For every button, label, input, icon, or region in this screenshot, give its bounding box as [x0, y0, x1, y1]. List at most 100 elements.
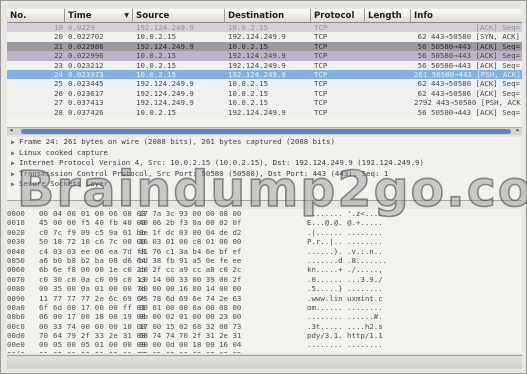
col-header-protocol[interactable]: Protocol [311, 9, 365, 23]
detail-tree-item[interactable]: ▶ Internet Protocol Version 4, Src: 10.0.… [7, 158, 522, 169]
hex-offset: 0000 [7, 209, 25, 218]
hex-bytes-right: c0 14 00 33 00 39 00 2f [139, 274, 242, 284]
packet-length [365, 70, 411, 79]
packet-time: 0.023373 [68, 69, 104, 79]
col-header-time[interactable]: Time ▼ [65, 9, 133, 23]
hex-row[interactable]: 00e0 00 05 00 05 01 00 00 00 00 00 0d 00 1… [7, 340, 522, 349]
hex-row[interactable]: 00b0 06 00 17 00 18 00 19 00 0b 00 02 01 0… [7, 312, 522, 321]
packet-protocol: TCP [314, 32, 328, 42]
expand-arrow-icon[interactable]: ▶ [7, 169, 19, 180]
hex-row[interactable]: 00c0 00 33 74 00 00 00 10 00 17 00 15 02 6… [7, 322, 522, 331]
hex-ascii: ......}. .v.:.n.. [307, 246, 383, 256]
hex-bytes-right: 0e 1f dc 03 00 04 de d2 [139, 227, 242, 237]
hex-row[interactable]: 0030 50 18 72 10 c6 7c 00 00 16 03 01 00 c… [7, 237, 522, 246]
packet-rows: 19 0.0229 192.124.249.9 10.0.2.15 TCP [ACK] S… [7, 23, 522, 117]
hex-ascii: kn.....+ ./....., [307, 265, 383, 275]
hex-bytes-left: a6 b0 b8 b2 ba 08 d6 64 [39, 255, 146, 265]
packet-list-pane: No. Time ▼ Source Destination Protocol Le… [7, 9, 522, 127]
hex-row[interactable]: 00f001 05 01 06 01 02 01 0403 05 03 06 0… [7, 350, 522, 353]
packet-row[interactable]: 20 0.022702 10.0.2.15 192.124.249.9 TCP 62 44… [7, 32, 522, 42]
packet-destination: 192.124.249.9 [228, 32, 286, 42]
packet-source: 10.0.2.15 [136, 51, 177, 61]
hex-ascii: .www.lin uxmint.c [307, 293, 383, 303]
hex-bytes-left: 00 33 74 00 00 00 10 00 [39, 321, 146, 331]
packet-no: 24 [54, 69, 63, 79]
packet-row[interactable]: 19 0.0229 192.124.249.9 10.0.2.15 TCP [ACK] S… [7, 23, 522, 33]
packet-source: 10.0.2.15 [136, 69, 177, 79]
col-header-no[interactable]: No. [7, 9, 65, 23]
packet-info: 56 50586→443 [ACK] Seq= [417, 60, 520, 70]
detail-text: Transmission Control Protocol, Src Port:… [19, 168, 389, 178]
packet-no: 26 [54, 88, 63, 98]
hex-offset: 0050 [7, 255, 25, 265]
hex-bytes-right: 68 74 74 70 2f 31 2e 31 [139, 331, 242, 341]
hex-ascii: .3t..... ....h2.s [307, 321, 383, 331]
packet-length [365, 98, 411, 107]
packet-protocol: TCP [314, 51, 328, 61]
scroll-left-icon[interactable]: ◂ [9, 126, 13, 134]
detail-tree-item[interactable]: ▶ Frame 24: 261 bytes on wire (2088 bits)… [7, 137, 522, 148]
packet-length [365, 108, 411, 117]
hex-ascii: ........ ........ [307, 340, 383, 350]
hex-ascii: ........ ......#. [307, 312, 383, 322]
hex-ascii: ........ '.z<..... [307, 209, 388, 218]
expand-arrow-icon[interactable]: ▶ [7, 148, 19, 159]
hex-offset: 0080 [7, 284, 25, 294]
hex-row[interactable]: 0080 00 35 00 0a 01 00 00 7d 00 00 00 16 0… [7, 284, 522, 293]
packet-info: 56 50580→443 [ACK] Seq= [417, 107, 520, 117]
detail-tree-item[interactable]: ▶ Transmission Control Protocol, Src Port… [7, 169, 522, 180]
packet-row[interactable]: 26 0.023617 192.124.249.9 10.0.2.15 TCP 62 44… [7, 88, 522, 99]
hex-bytes-left: 70 64 79 2f 33 2e 31 08 [39, 331, 146, 341]
hex-offset: 00c0 [7, 321, 25, 331]
packet-row[interactable]: 24 0.023373 10.0.2.15 192.124.249.9 TCP 261 5… [7, 69, 522, 80]
packet-source: 192.124.249.9 [136, 98, 194, 108]
col-header-length[interactable]: Length [365, 9, 411, 23]
packet-destination: 10.0.2.15 [228, 79, 269, 89]
detail-text: Linux cooked capture [19, 147, 108, 157]
packet-source: 192.124.249.9 [136, 88, 194, 98]
hex-row[interactable]: 0000 00 04 00 01 00 06 08 00 27 7a 3c 93 0… [7, 209, 522, 218]
packet-info: 62 443→50580 [SYN, ACK] [417, 32, 520, 42]
packet-info: 2792 443→50580 [PSH, ACK] [414, 98, 522, 108]
packet-list-header: No. Time ▼ Source Destination Protocol Le… [7, 9, 522, 23]
hex-ascii: pdy/3.1. http/1.1 [307, 331, 383, 341]
wireshark-window: No. Time ▼ Source Destination Protocol Le… [0, 0, 527, 374]
expand-arrow-icon[interactable]: ▶ [7, 179, 19, 190]
hex-row[interactable]: 0050 a6 b0 b8 b2 ba 08 d6 64 bd 38 fb 91 a… [7, 256, 522, 265]
col-header-info[interactable]: Info [411, 9, 522, 23]
hex-ascii: P.r..|.. ........ [307, 237, 383, 247]
packet-row[interactable]: 25 0.023445 192.124.249.9 10.0.2.15 TCP 62 44… [7, 79, 522, 89]
hex-bytes-left: c0 30 c0 0a c0 09 c0 13 [39, 274, 146, 284]
horizontal-scrollbar[interactable]: ◂ ▸ [7, 126, 522, 135]
packet-source: 192.124.249.9 [136, 41, 194, 51]
packet-row[interactable]: 27 0.037413 192.124.249.9 10.0.2.15 TCP 2792 … [7, 98, 522, 108]
col-header-destination[interactable]: Destination [225, 9, 311, 23]
packet-length [365, 42, 411, 51]
hex-row[interactable]: 0070 c0 30 c0 0a c0 09 c0 13 c0 14 00 33 0… [7, 275, 522, 284]
packet-destination: 192.124.249.9 [228, 51, 286, 61]
hex-bytes-left: 01 05 01 06 01 02 01 04 [39, 350, 146, 353]
detail-tree-item[interactable]: ▶ Linux cooked capture [7, 148, 522, 159]
hex-row[interactable]: 0010 45 00 00 f5 40 fb 40 00 40 06 2b f3 0… [7, 218, 522, 227]
hex-row[interactable]: 00d0 70 64 79 2f 33 2e 31 08 68 74 74 70 2… [7, 331, 522, 340]
scrollbar-thumb[interactable] [21, 129, 511, 134]
col-header-source[interactable]: Source [133, 9, 225, 23]
hex-row[interactable]: 0020 c0 7c f9 09 c5 9a 01 bb 0e 1f dc 03 0… [7, 228, 522, 237]
hex-row[interactable]: 00a0 6f 6d 00 17 00 00 ff 01 00 01 00 00 0… [7, 303, 522, 312]
packet-length [365, 89, 411, 98]
packet-protocol: TCP [314, 60, 328, 70]
detail-tree-item[interactable]: ▶ Secure Sockets Layer [7, 179, 522, 190]
hex-row[interactable]: 0040 c4 03 03 ee 06 ea 7d f8 d1 76 c1 3a b… [7, 247, 522, 256]
packet-row[interactable]: 23 0.023212 10.0.2.15 192.124.249.9 TCP 56 50… [7, 60, 522, 70]
packet-row[interactable]: 22 0.022996 10.0.2.15 192.124.249.9 TCP 56 50… [7, 51, 522, 61]
packet-no: 19 [54, 23, 63, 32]
expand-arrow-icon[interactable]: ▶ [7, 137, 19, 148]
packet-row[interactable]: 21 0.022986 192.124.249.9 10.0.2.15 TCP 56 50… [7, 41, 522, 52]
hex-bytes-left: c0 7c f9 09 c5 9a 01 bb [39, 227, 146, 237]
packet-row[interactable]: 28 0.037426 10.0.2.15 192.124.249.9 TCP 56 50… [7, 107, 522, 117]
packet-info: [ACK] Seq= [475, 23, 521, 32]
hex-row[interactable]: 0060 6b 6e f8 00 00 1e c0 2b c0 2f cc a9 c… [7, 265, 522, 274]
hex-row[interactable]: 0090 11 77 77 77 2e 6c 69 6e 75 78 6d 69 6… [7, 294, 522, 303]
expand-arrow-icon[interactable]: ▶ [7, 158, 19, 169]
scroll-right-icon[interactable]: ▸ [516, 126, 520, 134]
